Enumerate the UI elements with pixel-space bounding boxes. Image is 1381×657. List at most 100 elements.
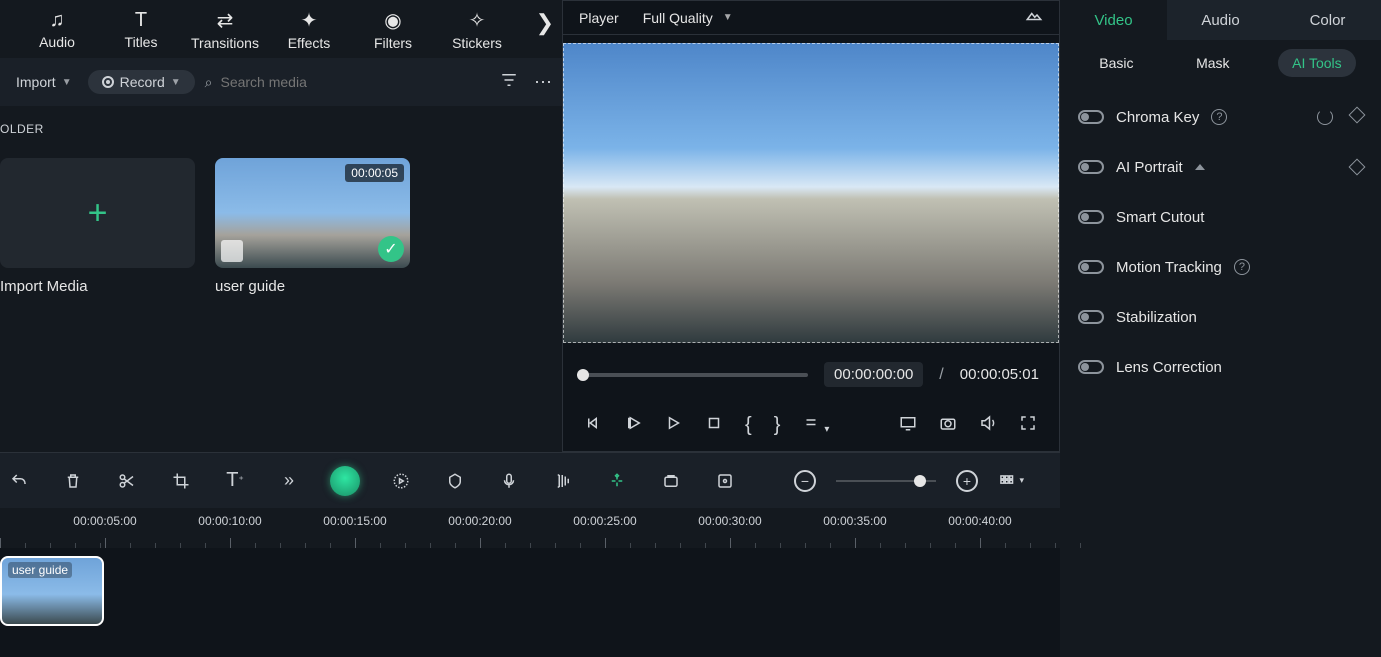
zoom-out-button[interactable]: − — [794, 470, 816, 492]
ai-tools-list: Chroma Key ? AI Portrait Smart Cutout Mo… — [1060, 86, 1381, 398]
prev-frame-icon[interactable] — [585, 414, 603, 437]
mark-out-icon[interactable]: } — [774, 414, 781, 437]
import-label: Import — [16, 74, 56, 90]
player-canvas[interactable] — [563, 43, 1059, 343]
row-stabilization: Stabilization — [1078, 292, 1363, 342]
keyframe-icon[interactable] — [1349, 159, 1366, 176]
timeline-clip[interactable]: user guide — [0, 556, 104, 626]
chroma-key-toggle[interactable] — [1078, 110, 1104, 124]
import-media-card[interactable]: + Import Media — [0, 158, 195, 295]
keyframe-icon[interactable] — [1349, 107, 1366, 124]
category-tabs: ♫Audio TTitles ⇄Transitions ✦Effects ◉Fi… — [0, 0, 562, 58]
timeline-toolbar: T⁺ » − + ▾ — [0, 452, 1060, 508]
duration-badge: 00:00:05 — [345, 164, 404, 182]
mark-in-icon[interactable]: { — [745, 414, 752, 437]
play-forward-icon[interactable] — [665, 414, 683, 437]
ruler-ticks — [0, 536, 1060, 548]
record-icon — [102, 76, 114, 88]
camera-snapshot-icon[interactable] — [939, 414, 957, 437]
tab-color[interactable]: Color — [1274, 0, 1381, 40]
snapshot-icon[interactable] — [1025, 6, 1043, 29]
subtab-label: Basic — [1099, 55, 1133, 71]
zoom-in-button[interactable]: + — [956, 470, 978, 492]
split-icon[interactable] — [114, 468, 140, 494]
chevron-down-icon: ▼ — [62, 77, 72, 88]
zoom-slider[interactable] — [836, 480, 936, 482]
ruler-label: 00:00:10:00 — [198, 514, 261, 528]
record-dropdown[interactable]: Record▼ — [88, 70, 195, 94]
seek-knob[interactable] — [577, 369, 589, 381]
seek-track[interactable] — [583, 373, 808, 377]
stop-icon[interactable] — [705, 414, 723, 437]
voiceover-icon[interactable] — [496, 468, 522, 494]
view-options-icon[interactable]: ▾ — [998, 468, 1024, 494]
auto-reframe-icon[interactable] — [604, 468, 630, 494]
ai-portrait-toggle[interactable] — [1078, 160, 1104, 174]
volume-icon[interactable] — [979, 414, 997, 437]
tab-label: Effects — [288, 35, 331, 51]
collapse-icon[interactable] — [1195, 164, 1205, 170]
delete-icon[interactable] — [60, 468, 86, 494]
row-label: AI Portrait — [1116, 159, 1183, 176]
quality-dropdown[interactable]: Full Quality▼ — [643, 10, 733, 26]
help-icon[interactable]: ? — [1211, 109, 1227, 125]
keyframe-tool-icon[interactable] — [658, 468, 684, 494]
tab-audio[interactable]: Audio — [1167, 0, 1274, 40]
play-icon[interactable] — [625, 414, 643, 437]
tab-transitions[interactable]: ⇄Transitions — [188, 0, 262, 58]
subtab-basic[interactable]: Basic — [1085, 49, 1147, 77]
search-wrapper: ⌕ — [205, 74, 484, 91]
media-clip-card[interactable]: 00:00:05 ✓ user guide — [215, 158, 410, 295]
timeline-tracks[interactable]: user guide — [0, 548, 1060, 657]
more-icon[interactable]: ⋯ — [534, 72, 552, 93]
timeline-ruler[interactable]: 00:00:05:00 00:00:10:00 00:00:15:00 00:0… — [0, 508, 1060, 548]
undo-icon[interactable] — [6, 468, 32, 494]
folder-label: OLDER — [0, 122, 44, 136]
render-icon[interactable] — [712, 468, 738, 494]
speed-icon[interactable] — [388, 468, 414, 494]
tab-stickers[interactable]: ✧Stickers — [440, 0, 514, 58]
import-dropdown[interactable]: Import ▼ — [10, 70, 78, 94]
time-separator: / — [939, 366, 943, 384]
clip-label: user guide — [8, 562, 72, 578]
more-tools-icon[interactable]: » — [276, 468, 302, 494]
marker-dropdown-icon[interactable]: ▾ — [802, 414, 829, 437]
text-icon[interactable]: T⁺ — [222, 468, 248, 494]
subtab-ai-tools[interactable]: AI Tools — [1278, 49, 1356, 77]
zoom-controls: − + ▾ — [794, 468, 1054, 494]
motion-tracking-toggle[interactable] — [1078, 260, 1104, 274]
ruler-label: 00:00:05:00 — [73, 514, 136, 528]
subtab-mask[interactable]: Mask — [1182, 49, 1243, 77]
smart-cutout-toggle[interactable] — [1078, 210, 1104, 224]
marker-tool-icon[interactable] — [442, 468, 468, 494]
quality-value: Full Quality — [643, 10, 713, 26]
tab-titles[interactable]: TTitles — [104, 0, 178, 58]
ruler-label: 00:00:15:00 — [323, 514, 386, 528]
crop-icon[interactable] — [168, 468, 194, 494]
tab-filters[interactable]: ◉Filters — [356, 0, 430, 58]
subtab-label: Mask — [1196, 55, 1229, 71]
filter-sort-icon[interactable] — [500, 71, 518, 94]
audio-sync-icon[interactable] — [550, 468, 576, 494]
tab-video[interactable]: Video — [1060, 0, 1167, 40]
search-input[interactable] — [220, 74, 400, 90]
tabs-overflow-chevron-icon[interactable]: ❯ — [536, 10, 554, 36]
stabilization-toggle[interactable] — [1078, 310, 1104, 324]
media-name: Import Media — [0, 278, 195, 295]
zoom-knob[interactable] — [914, 475, 926, 487]
tab-label: Transitions — [191, 35, 259, 51]
reset-icon[interactable] — [1317, 109, 1333, 125]
tab-audio[interactable]: ♫Audio — [20, 0, 94, 58]
ai-bot-icon[interactable] — [330, 466, 360, 496]
help-icon[interactable]: ? — [1234, 259, 1250, 275]
lens-correction-toggle[interactable] — [1078, 360, 1104, 374]
row-label: Motion Tracking — [1116, 259, 1222, 276]
tab-label: Audio — [39, 34, 75, 50]
row-chroma-key: Chroma Key ? — [1078, 92, 1363, 142]
chevron-down-icon: ▼ — [171, 77, 181, 88]
fullscreen-icon[interactable] — [1019, 414, 1037, 437]
ruler-label: 00:00:35:00 — [823, 514, 886, 528]
display-icon[interactable] — [899, 414, 917, 437]
current-time: 00:00:00:00 — [824, 362, 923, 387]
tab-effects[interactable]: ✦Effects — [272, 0, 346, 58]
